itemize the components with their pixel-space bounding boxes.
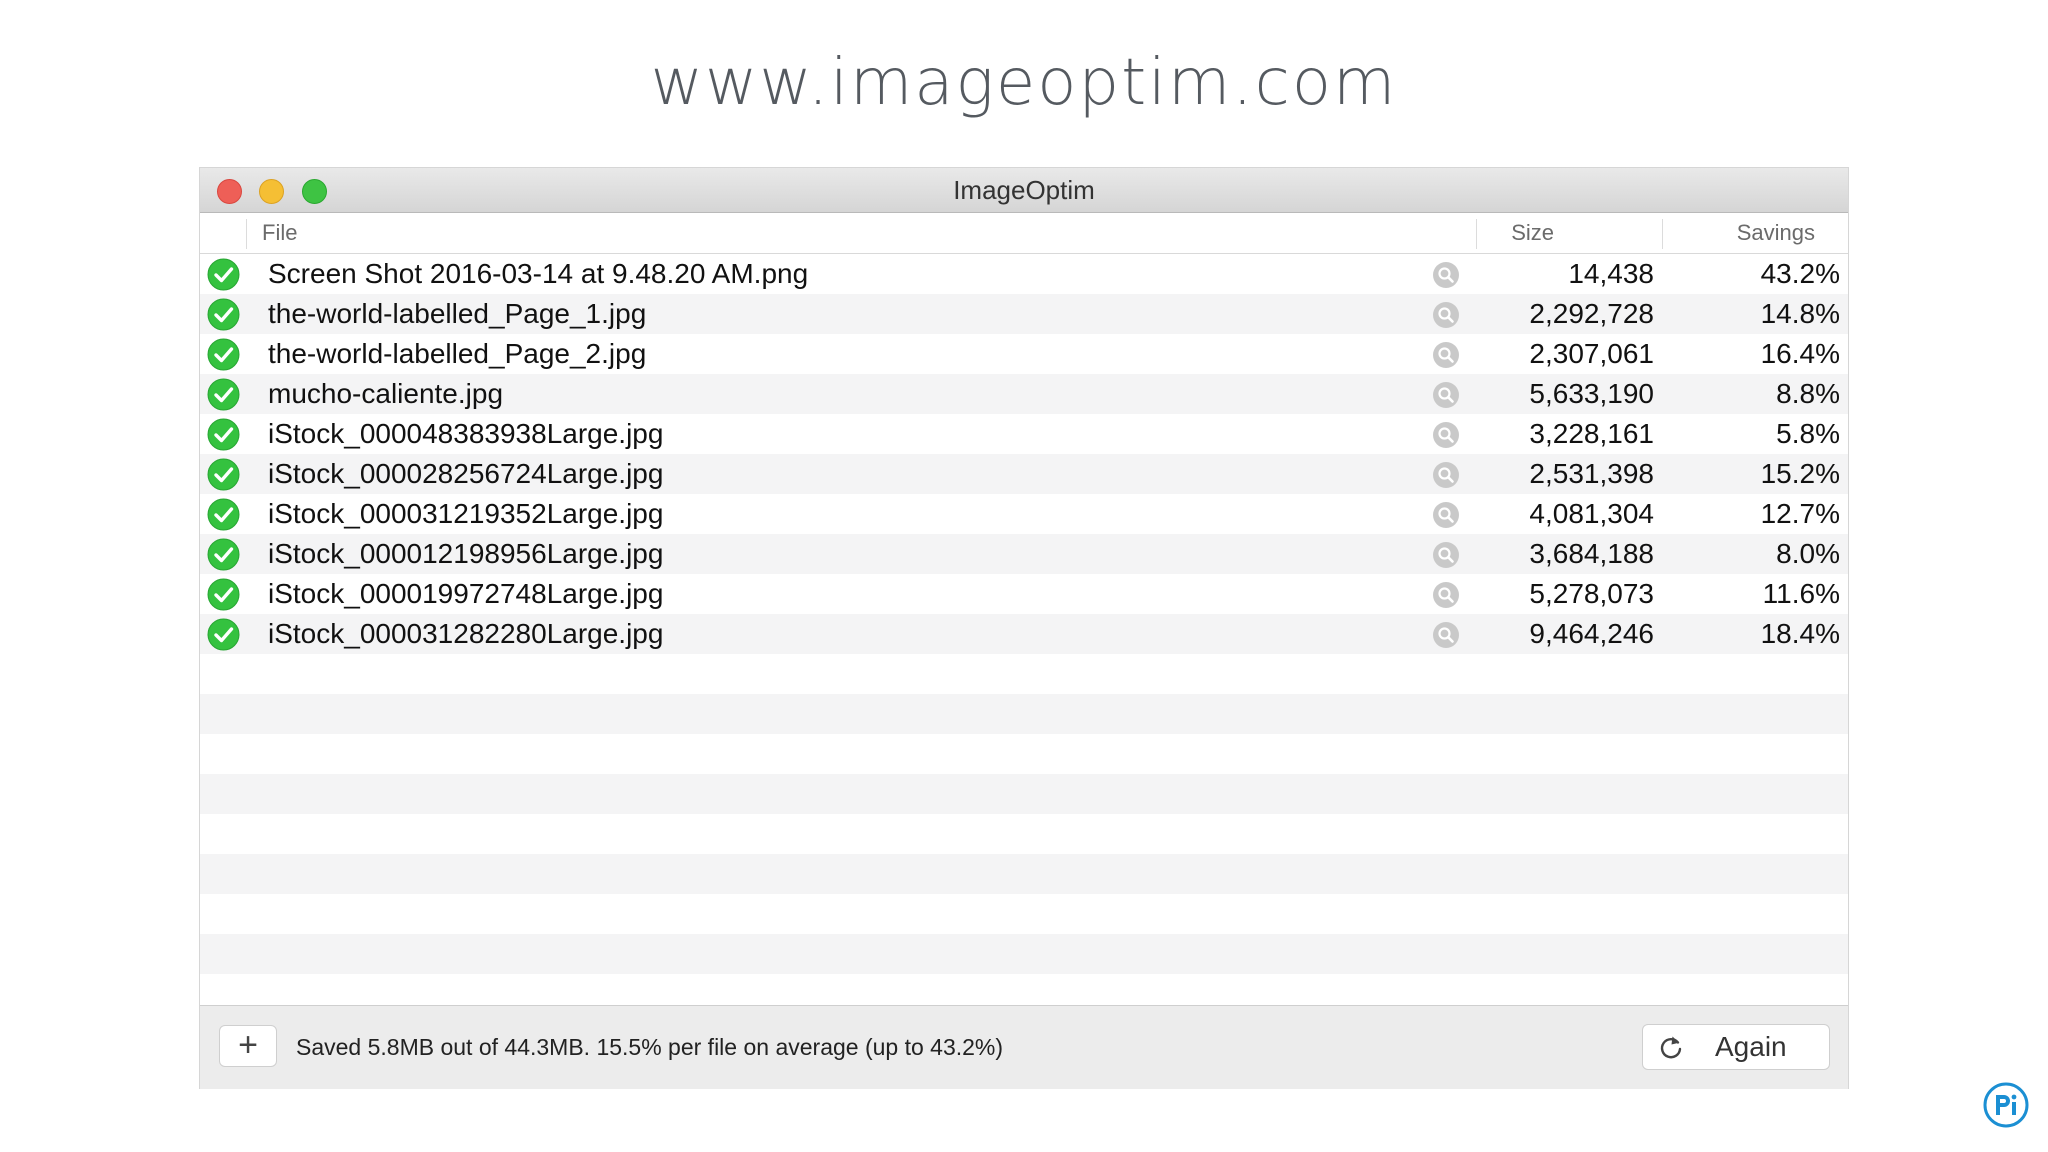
file-name: iStock_000031219352Large.jpg [268,498,664,529]
file-name: iStock_000048383938Large.jpg [268,418,664,449]
checkmark-circle-icon [207,578,240,611]
file-name: the-world-labelled_Page_1.jpg [268,298,647,329]
magnifier-icon[interactable] [1432,541,1460,569]
file-savings: 11.6% [1762,578,1840,609]
again-button-label: Again [1715,1031,1787,1062]
magnifier-icon[interactable] [1432,301,1460,329]
file-row[interactable]: iStock_000048383938Large.jpg 3,228,161 5.8… [200,414,1848,454]
file-savings: 14.8% [1760,298,1840,329]
file-size: 2,531,398 [1529,458,1654,489]
file-row[interactable]: iStock_000031282280Large.jpg 9,464,246 18.… [200,614,1848,654]
empty-row [200,654,1848,694]
file-size: 2,307,061 [1529,338,1654,369]
title-bar[interactable]: ImageOptim [200,168,1848,213]
file-savings: 5.8% [1776,418,1840,449]
site-url: www.imageoptim.com [650,46,1398,120]
file-savings: 8.0% [1776,538,1840,569]
column-header-savings[interactable]: Savings [1737,213,1815,253]
checkmark-circle-icon [207,378,240,411]
checkmark-circle-icon [207,338,240,371]
file-name: Screen Shot 2016-03-14 at 9.48.20 AM.png [268,258,809,289]
column-header-size[interactable]: Size [1511,213,1554,253]
column-separator [1476,219,1477,249]
magnifier-icon[interactable] [1432,381,1460,409]
status-bar: + Saved 5.8MB out of 44.3MB. 15.5% per f… [200,1005,1848,1089]
empty-row [200,694,1848,734]
checkmark-circle-icon [207,418,240,451]
file-row[interactable]: iStock_000031219352Large.jpg 4,081,304 12.… [200,494,1848,534]
empty-row [200,934,1848,974]
file-row[interactable]: Screen Shot 2016-03-14 at 9.48.20 AM.png… [200,254,1848,294]
refresh-icon [1660,1036,1682,1059]
window-title: ImageOptim [953,175,1095,205]
file-size: 14,438 [1568,258,1654,289]
column-header-file[interactable]: File [262,213,297,253]
file-row[interactable]: iStock_000028256724Large.jpg 2,531,398 15.… [200,454,1848,494]
checkmark-circle-icon [207,458,240,491]
file-name: mucho-caliente.jpg [268,378,504,409]
file-size: 3,228,161 [1529,418,1654,449]
file-size: 3,684,188 [1529,538,1654,569]
file-savings: 18.4% [1760,618,1840,649]
app-window: ImageOptim File Size Savings Screen Shot… [200,168,1848,1089]
file-name: iStock_000028256724Large.jpg [268,458,664,489]
file-savings: 43.2% [1760,258,1840,289]
savings-summary: Saved 5.8MB out of 44.3MB. 15.5% per fil… [296,1034,1004,1060]
checkmark-circle-icon [207,258,240,291]
file-row[interactable]: iStock_000012198956Large.jpg 3,684,188 8.0… [200,534,1848,574]
file-name: iStock_000031282280Large.jpg [268,618,664,649]
file-size: 2,292,728 [1529,298,1654,329]
file-name: iStock_000019972748Large.jpg [268,578,664,609]
empty-row [200,814,1848,854]
empty-row [200,734,1848,774]
empty-row [200,854,1848,894]
column-separator [1662,219,1663,249]
file-savings: 8.8% [1776,378,1840,409]
stage: www.imageoptim.com ImageOptim File Size … [0,0,2048,1152]
checkmark-circle-icon [207,298,240,331]
magnifier-icon[interactable] [1432,501,1460,529]
column-separator [246,219,247,249]
file-name: iStock_000012198956Large.jpg [268,538,664,569]
file-size: 4,081,304 [1529,498,1654,529]
file-row[interactable]: the-world-labelled_Page_2.jpg 2,307,061 16… [200,334,1848,374]
empty-row [200,894,1848,934]
magnifier-icon[interactable] [1432,421,1460,449]
file-size: 9,464,246 [1529,618,1654,649]
file-savings: 16.4% [1760,338,1840,369]
empty-row [200,774,1848,814]
checkmark-circle-icon [207,618,240,651]
magnifier-icon[interactable] [1432,261,1460,289]
checkmark-circle-icon [207,498,240,531]
column-header: File Size Savings [200,213,1848,254]
file-row[interactable]: the-world-labelled_Page_1.jpg 2,292,728 14… [200,294,1848,334]
magnifier-icon[interactable] [1432,461,1460,489]
file-name: the-world-labelled_Page_2.jpg [268,338,647,369]
again-button[interactable]: Again [1642,1024,1830,1070]
pi-logo [1983,1082,2029,1128]
magnifier-icon[interactable] [1432,341,1460,369]
magnifier-icon[interactable] [1432,581,1460,609]
file-size: 5,633,190 [1529,378,1654,409]
file-row[interactable]: iStock_000019972748Large.jpg 5,278,073 11.… [200,574,1848,614]
file-size: 5,278,073 [1529,578,1654,609]
checkmark-circle-icon [207,538,240,571]
add-files-button[interactable]: + [219,1025,277,1067]
file-savings: 12.7% [1760,498,1840,529]
file-savings: 15.2% [1760,458,1840,489]
file-row[interactable]: mucho-caliente.jpg 5,633,190 8.8% [200,374,1848,414]
file-list[interactable]: Screen Shot 2016-03-14 at 9.48.20 AM.png… [200,254,1848,1004]
magnifier-icon[interactable] [1432,621,1460,649]
